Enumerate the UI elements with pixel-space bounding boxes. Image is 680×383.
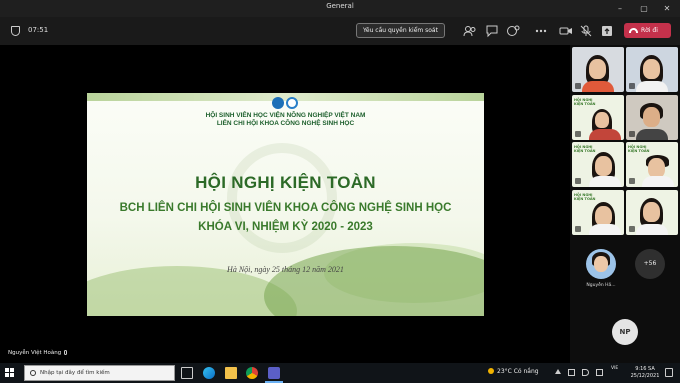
- input-language[interactable]: VIE: [611, 366, 618, 372]
- taskbar-clock[interactable]: 9:16 SA 25/12/2021: [630, 366, 660, 379]
- speaker-icon[interactable]: [582, 369, 589, 376]
- title-bar: General – ▢ ✕: [0, 0, 680, 17]
- reactions-icon[interactable]: [506, 24, 520, 38]
- slide-org-line1: HỘI SINH VIÊN HỌC VIỆN NÔNG NGHIỆP VIỆT …: [205, 112, 366, 119]
- shield-icon: [11, 26, 20, 36]
- search-icon: [30, 370, 36, 376]
- mic-off-icon: [575, 131, 581, 137]
- participant-video-tile[interactable]: HỘI NGHỊ KIỆN TOÀN: [572, 95, 624, 140]
- presenter-label: Nguyễn Việt Hoàng: [8, 350, 68, 356]
- slide-logos: [270, 97, 300, 109]
- file-explorer-icon[interactable]: [225, 367, 237, 379]
- windows-start-icon[interactable]: [5, 368, 15, 378]
- task-view-icon[interactable]: [181, 367, 193, 379]
- more-options-icon[interactable]: [534, 24, 548, 38]
- participant-video-tile[interactable]: [572, 47, 624, 92]
- presenter-name: Nguyễn Việt Hoàng: [8, 350, 62, 356]
- meeting-toolbar: 07:51 Yêu cầu quyền kiểm soát Rời đi: [0, 17, 680, 45]
- chevron-up-icon[interactable]: [555, 369, 561, 374]
- battery-icon[interactable]: [596, 369, 603, 376]
- slide-watermark: [227, 143, 337, 253]
- participant-video-tile[interactable]: HỘI NGHỊ KIỆN TOÀN: [572, 190, 624, 235]
- camera-icon[interactable]: [559, 24, 573, 38]
- maximize-button[interactable]: ▢: [633, 0, 655, 17]
- sun-icon: [488, 368, 494, 374]
- shared-slide: HỘI SINH VIÊN HỌC VIỆN NÔNG NGHIỆP VIỆT …: [87, 93, 484, 316]
- leave-label: Rời đi: [641, 27, 658, 34]
- taskbar: Nhập tại đây để tìm kiếm 23°C Có nắng VI…: [0, 363, 680, 383]
- mic-off-icon: [629, 83, 635, 89]
- participant-video-tile[interactable]: [626, 95, 678, 140]
- leave-button[interactable]: Rời đi: [624, 23, 671, 38]
- slide-decoration: [264, 246, 484, 316]
- tile-caption: HỘI NGHỊ KIỆN TOÀN: [574, 193, 596, 201]
- mic-muted-icon[interactable]: [579, 24, 593, 38]
- slide-date: Hà Nội, ngày 25 tháng 12 năm 2021: [227, 265, 344, 274]
- window-title: General: [326, 2, 354, 10]
- taskbar-search-input[interactable]: Nhập tại đây để tìm kiếm: [24, 365, 175, 381]
- self-avatar-initials[interactable]: NP: [612, 319, 638, 345]
- network-icon[interactable]: [568, 369, 575, 376]
- mic-off-icon: [575, 83, 581, 89]
- phone-icon: [629, 28, 638, 33]
- mic-off-icon: [629, 131, 635, 137]
- participant-avatar[interactable]: [586, 249, 616, 279]
- tile-caption: HỘI NGHỊ KIỆN TOÀN: [574, 145, 596, 153]
- search-placeholder: Nhập tại đây để tìm kiếm: [40, 370, 110, 376]
- share-screen-icon[interactable]: [600, 24, 614, 38]
- slide-org-line2: LIÊN CHI HỘI KHOA CÔNG NGHỆ SINH HỌC: [216, 120, 355, 127]
- request-control-button[interactable]: Yêu cầu quyền kiểm soát: [356, 23, 445, 38]
- tile-caption: HỘI NGHỊ KIỆN TOÀN: [628, 145, 650, 153]
- mic-off-icon: [575, 178, 581, 184]
- participant-video-tile[interactable]: [626, 190, 678, 235]
- chat-icon[interactable]: [485, 24, 499, 38]
- participant-video-tile[interactable]: HỘI NGHỊ KIỆN TOÀN: [626, 142, 678, 187]
- mic-off-icon: [629, 226, 635, 232]
- tile-caption: HỘI NGHỊ KIỆN TOÀN: [574, 98, 596, 106]
- teams-icon[interactable]: [268, 367, 280, 379]
- more-participants-button[interactable]: +56: [635, 249, 665, 279]
- mic-off-icon: [629, 178, 635, 184]
- student-association-logo: [272, 97, 284, 109]
- participant-video-tile[interactable]: HỘI NGHỊ KIỆN TOÀN: [572, 142, 624, 187]
- chrome-icon[interactable]: [246, 367, 258, 379]
- clock-date: 25/12/2021: [630, 372, 660, 379]
- mic-icon: [64, 350, 68, 355]
- faculty-logo: [286, 97, 298, 109]
- participants-icon[interactable]: [463, 24, 477, 38]
- notification-icon[interactable]: [665, 368, 673, 377]
- mic-off-icon: [575, 226, 581, 232]
- weather-widget[interactable]: 23°C Có nắng: [488, 368, 539, 375]
- shared-content-area: HỘI SINH VIÊN HỌC VIỆN NÔNG NGHIỆP VIỆT …: [0, 45, 570, 363]
- close-window-button[interactable]: ✕: [656, 0, 678, 17]
- participant-video-tile[interactable]: [626, 47, 678, 92]
- minimize-button[interactable]: –: [609, 0, 631, 17]
- participant-name: Nguyễn Hả...: [586, 283, 616, 288]
- edge-icon[interactable]: [203, 367, 215, 379]
- slide-subtitle1: BCH LIÊN CHI HỘI SINH VIÊN KHOA CÔNG NGH…: [119, 202, 452, 214]
- slide-heading: HỘI NGHỊ KIỆN TOÀN: [195, 173, 376, 192]
- weather-text: 23°C Có nắng: [497, 368, 539, 375]
- meeting-timer: 07:51: [28, 26, 49, 34]
- slide-subtitle2: KHÓA VI, NHIỆM KỲ 2020 - 2023: [198, 221, 373, 233]
